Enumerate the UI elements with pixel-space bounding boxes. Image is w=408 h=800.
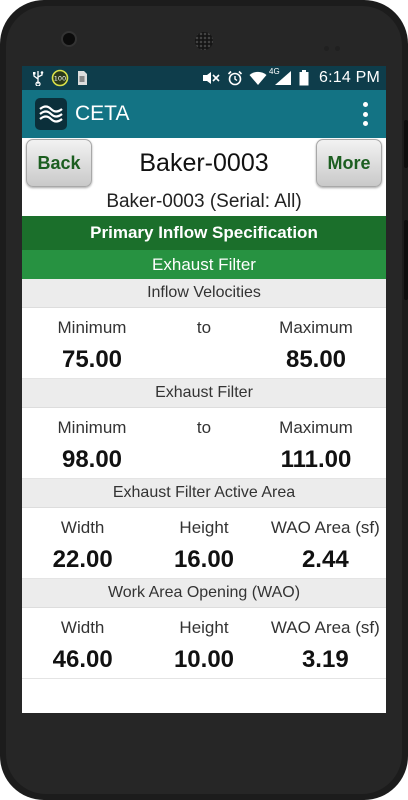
battery-100-icon: 100 — [51, 69, 69, 87]
wao-height-value: 10.00 — [173, 646, 235, 673]
network-type-label: 4G — [269, 67, 280, 76]
to-label: to — [196, 418, 212, 437]
svg-text:100: 100 — [54, 75, 66, 83]
active-area-wao-value: 2.44 — [301, 546, 349, 573]
volume-button — [404, 220, 408, 300]
section-header-inflow-velocities: Inflow Velocities — [22, 279, 386, 308]
alarm-clock-icon — [227, 70, 243, 86]
power-button — [404, 120, 408, 168]
exhaust-minimum-value: 98.00 — [61, 446, 123, 473]
wao-area-label: WAO Area (sf) — [270, 618, 380, 637]
maximum-label: Maximum — [279, 318, 353, 337]
width-label: Width — [60, 618, 105, 637]
wao-row: Width 46.00 Height 10.00 WAO Area (sf) 3… — [22, 608, 386, 679]
wifi-icon — [249, 70, 267, 86]
exhaust-maximum-cell: Maximum 111.00 — [246, 408, 386, 478]
inflow-minimum-cell: Minimum 75.00 — [22, 308, 162, 378]
height-label: Height — [179, 518, 229, 537]
app-screen: 100 4G 6:14 PM CETA Back Baker-0003 More… — [22, 66, 386, 713]
inflow-minimum-value: 75.00 — [61, 346, 123, 373]
height-label: Height — [179, 618, 229, 637]
active-area-width-value: 22.00 — [52, 546, 113, 573]
active-area-height-cell: Height 16.00 — [143, 508, 264, 578]
inflow-maximum-cell: Maximum 85.00 — [246, 308, 386, 378]
earpiece-speaker — [195, 32, 213, 50]
wao-area-cell: WAO Area (sf) 3.19 — [265, 608, 386, 678]
wao-area-label: WAO Area (sf) — [270, 518, 380, 537]
range-separator-cell: to — [162, 308, 246, 378]
range-separator-cell: to — [162, 408, 246, 478]
status-time: 6:14 PM — [319, 69, 380, 86]
wao-width-cell: Width 46.00 — [22, 608, 143, 678]
active-area-row: Width 22.00 Height 16.00 WAO Area (sf) 2… — [22, 508, 386, 579]
app-bar: CETA — [22, 90, 386, 138]
width-label: Width — [60, 518, 105, 537]
battery-icon — [299, 70, 309, 86]
ceta-wave-logo-icon[interactable] — [35, 98, 67, 130]
active-area-height-value: 16.00 — [173, 546, 235, 573]
usb-icon — [32, 70, 44, 86]
sd-card-icon — [76, 70, 88, 86]
inflow-velocities-row: Minimum 75.00 to Maximum 85.00 — [22, 308, 386, 379]
maximum-label: Maximum — [279, 418, 353, 437]
wao-width-value: 46.00 — [52, 646, 113, 673]
mute-icon — [201, 70, 221, 86]
page-title: Baker-0003 — [139, 148, 269, 177]
serial-line: Baker-0003 (Serial: All) — [106, 191, 302, 212]
proximity-sensor — [324, 38, 348, 51]
minimum-label: Minimum — [57, 418, 127, 437]
wao-area-value: 3.19 — [301, 646, 349, 673]
minimum-label: Minimum — [57, 318, 127, 337]
phone-frame: 100 4G 6:14 PM CETA Back Baker-0003 More… — [0, 0, 408, 800]
inflow-maximum-value: 85.00 — [285, 346, 347, 373]
back-button[interactable]: Back — [26, 139, 92, 187]
active-area-width-cell: Width 22.00 — [22, 508, 143, 578]
status-bar: 100 4G 6:14 PM — [22, 66, 386, 90]
exhaust-minimum-cell: Minimum 98.00 — [22, 408, 162, 478]
to-label: to — [196, 318, 212, 337]
section-header-wao: Work Area Opening (WAO) — [22, 579, 386, 608]
overflow-menu-icon[interactable] — [362, 102, 368, 126]
section-header-active-area: Exhaust Filter Active Area — [22, 479, 386, 508]
exhaust-maximum-value: 111.00 — [280, 446, 352, 473]
exhaust-filter-subheader: Exhaust Filter — [22, 250, 386, 279]
exhaust-filter-row: Minimum 98.00 to Maximum 111.00 — [22, 408, 386, 479]
more-button[interactable]: More — [316, 139, 382, 187]
phone-bottom-bezel — [0, 713, 408, 800]
primary-inflow-header: Primary Inflow Specification — [22, 216, 386, 250]
4g-signal-icon: 4G — [269, 67, 293, 86]
wao-height-cell: Height 10.00 — [143, 608, 264, 678]
nav-bar: Back Baker-0003 More — [22, 138, 386, 188]
active-area-wao-cell: WAO Area (sf) 2.44 — [265, 508, 386, 578]
section-header-exhaust-filter: Exhaust Filter — [22, 379, 386, 408]
app-title: CETA — [75, 102, 130, 125]
front-camera — [63, 33, 75, 45]
